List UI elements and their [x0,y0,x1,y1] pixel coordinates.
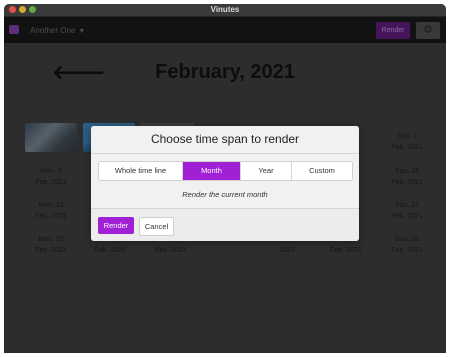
day-label: Mon. 8 [40,168,62,175]
day-label: Sun. 7 [396,133,418,140]
calendar-day[interactable]: Mon. 15 Feb. 2021 [24,200,78,222]
chevron-down-icon: ▼ [78,28,86,35]
option-whole-time-line[interactable]: Whole time line [99,162,183,180]
dialog-render-button[interactable]: Render [98,217,134,234]
diary-selector[interactable]: Another One ▼ [30,24,85,37]
dialog-cancel-button[interactable]: Cancel [139,217,174,236]
calendar-day-date[interactable]: Feb. 2021 [83,245,137,256]
gear-icon: ⚙ [423,24,433,36]
date-label: Feb. 2021 [391,144,423,151]
date-label: Feb. 2021 [391,247,423,254]
title-bar: Vinutes [4,4,446,17]
date-label: Feb. 2021 [391,213,423,220]
day-label: Sun. 21 [394,202,420,209]
option-year[interactable]: Year [241,162,292,180]
app-logo-icon [9,25,19,34]
day-label: Sun. 14 [394,168,420,175]
calendar-day-date[interactable]: 2021 [260,245,314,256]
day-label: Mon. 22 [38,236,64,243]
calendar-day[interactable]: Mon. 8 Feb. 2021 [24,166,78,188]
date-label: Feb. 2021 [35,247,67,254]
video-thumbnail[interactable] [25,123,77,152]
day-label: Sun. 28 [394,236,420,243]
dialog-title: Choose time span to render [91,126,359,154]
month-title: February, 2021 [155,61,295,83]
calendar-day-date[interactable]: Feb. 2021 [144,245,198,256]
day-label: Mon. 15 [38,202,64,209]
option-description: Render the current month [182,190,268,199]
time-span-selector: Whole time line Month Year Custom [98,161,353,181]
render-button[interactable]: Render [376,22,410,39]
time-span-dialog: Choose time span to render Whole time li… [91,126,359,241]
dialog-footer: Render Cancel [91,208,359,241]
date-label: Feb. 2021 [35,179,67,186]
window-title: Vinutes [210,5,240,14]
date-label: Feb. 2021 [391,179,423,186]
calendar-day[interactable]: Sun. 14 Feb. 2021 [380,166,434,188]
calendar-day[interactable]: Sun. 28 Feb. 2021 [380,234,434,256]
option-month[interactable]: Month [183,162,241,180]
calendar-day[interactable]: Mon. 22 Feb. 2021 [24,234,78,256]
settings-button[interactable]: ⚙ [416,22,440,39]
app-toolbar: Another One ▼ Render ⚙ [4,17,446,43]
diary-selector-label: Another One [30,26,76,35]
calendar-day-date[interactable]: Feb. 2021 [319,245,373,256]
calendar-day[interactable]: Sun. 7 Feb. 2021 [380,131,434,153]
date-label: Feb. 2021 [35,213,67,220]
option-custom[interactable]: Custom [292,162,352,180]
calendar-day[interactable]: Sun. 21 Feb. 2021 [380,200,434,222]
